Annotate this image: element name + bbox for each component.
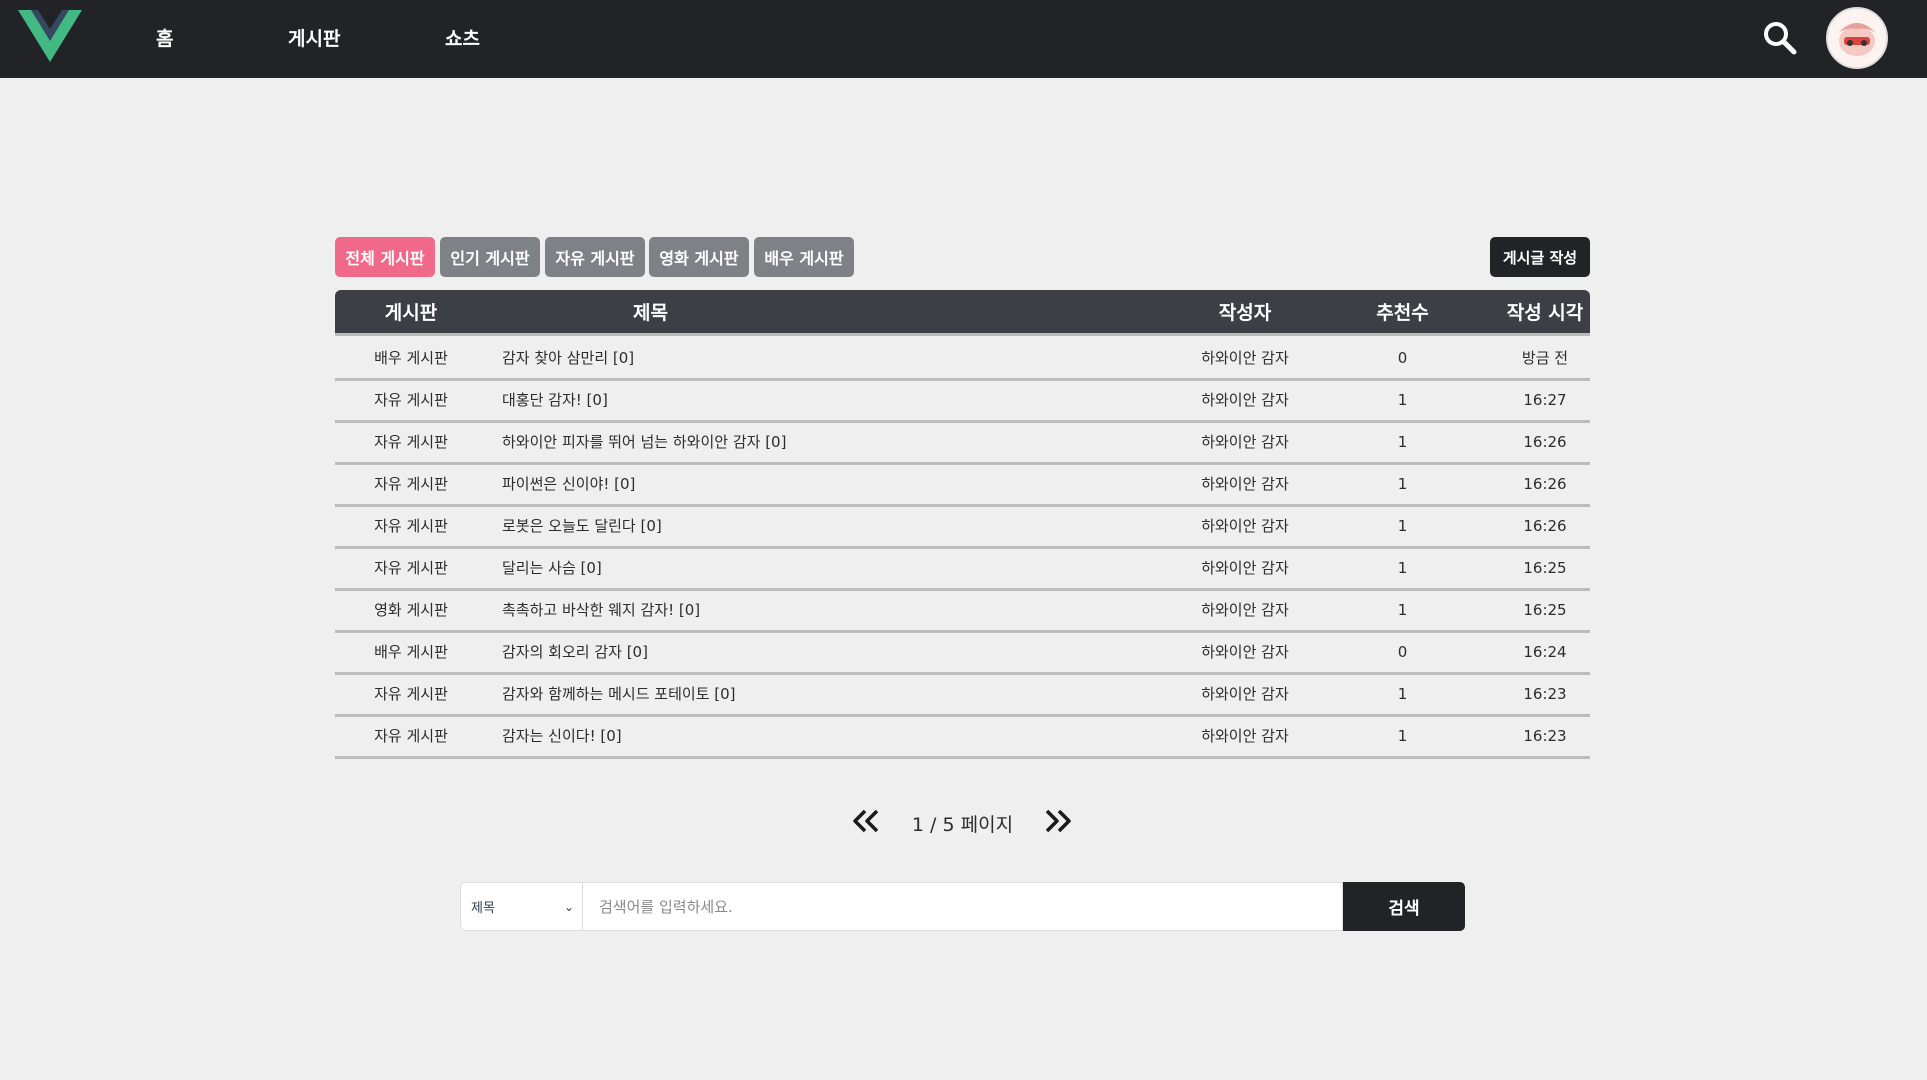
header-author: 작성자 (1218, 302, 1272, 324)
row-votes: 1 (1397, 475, 1408, 493)
row-board: 자유 게시판 (374, 727, 448, 745)
table-header: 게시판 제목 작성자 추천수 작성 시각 (335, 290, 1590, 336)
row-board: 영화 게시판 (374, 601, 448, 619)
row-title[interactable]: 감자는 신이다! [0] (502, 717, 1152, 756)
table-row[interactable]: 자유 게시판 로봇은 오늘도 달린다 [0] 하와이안 감자 1 16:26 (335, 507, 1590, 549)
row-time: 16:26 (1523, 517, 1567, 535)
tab-free-board[interactable]: 자유 게시판 (545, 237, 645, 277)
post-list: 배우 게시판 감자 찾아 삼만리 [0] 하와이안 감자 0 방금 전 자유 게… (335, 339, 1590, 759)
vue-logo[interactable] (18, 10, 82, 64)
table-row[interactable]: 자유 게시판 감자는 신이다! [0] 하와이안 감자 1 16:23 (335, 717, 1590, 759)
row-time: 16:25 (1523, 559, 1567, 577)
table-row[interactable]: 자유 게시판 파이썬은 신이야! [0] 하와이안 감자 1 16:26 (335, 465, 1590, 507)
row-title[interactable]: 감자의 회오리 감자 [0] (502, 633, 1152, 672)
row-author: 하와이안 감자 (1201, 685, 1289, 703)
nav-link-home[interactable]: 홈 (156, 24, 173, 51)
row-title[interactable]: 촉촉하고 바삭한 웨지 감자! [0] (502, 591, 1152, 630)
search-form: 제목 ⌄ 검색 (460, 882, 1465, 931)
table-row[interactable]: 자유 게시판 달리는 사슴 [0] 하와이안 감자 1 16:25 (335, 549, 1590, 591)
row-votes: 1 (1397, 685, 1408, 703)
tab-all-board[interactable]: 전체 게시판 (335, 237, 435, 277)
table-row[interactable]: 자유 게시판 대홍단 감자! [0] 하와이안 감자 1 16:27 (335, 381, 1590, 423)
row-time: 16:26 (1523, 433, 1567, 451)
row-votes: 0 (1397, 349, 1408, 367)
row-board: 자유 게시판 (374, 517, 448, 535)
chevron-down-icon: ⌄ (563, 900, 574, 914)
row-votes: 1 (1397, 559, 1408, 577)
header-title: 제목 (633, 302, 668, 324)
row-time: 16:24 (1523, 643, 1567, 661)
table-row[interactable]: 영화 게시판 촉촉하고 바삭한 웨지 감자! [0] 하와이안 감자 1 16:… (335, 591, 1590, 633)
nav-link-board[interactable]: 게시판 (288, 24, 340, 51)
header-board: 게시판 (384, 302, 438, 324)
row-author: 하와이안 감자 (1201, 433, 1289, 451)
row-time: 16:26 (1523, 475, 1567, 493)
header-time: 작성 시각 (1506, 302, 1584, 324)
search-button[interactable]: 검색 (1343, 882, 1465, 931)
top-navbar: 홈 게시판 쇼츠 (0, 0, 1927, 78)
table-row[interactable]: 자유 게시판 감자와 함께하는 메시드 포테이토 [0] 하와이안 감자 1 1… (335, 675, 1590, 717)
write-post-button[interactable]: 게시글 작성 (1490, 237, 1590, 277)
row-title[interactable]: 감자와 함께하는 메시드 포테이토 [0] (502, 675, 1152, 714)
table-row[interactable]: 배우 게시판 감자 찾아 삼만리 [0] 하와이안 감자 0 방금 전 (335, 339, 1590, 381)
search-field-select[interactable]: 제목 ⌄ (460, 882, 583, 931)
row-title[interactable]: 파이썬은 신이야! [0] (502, 465, 1152, 504)
row-title[interactable]: 달리는 사슴 [0] (502, 549, 1152, 588)
row-votes: 1 (1397, 601, 1408, 619)
row-time: 16:25 (1523, 601, 1567, 619)
search-select-value: 제목 (471, 901, 495, 916)
row-title[interactable]: 대홍단 감자! [0] (502, 381, 1152, 420)
row-time: 방금 전 (1521, 349, 1569, 367)
nav-link-shorts[interactable]: 쇼츠 (445, 24, 480, 51)
row-board: 배우 게시판 (374, 349, 448, 367)
row-time: 16:23 (1523, 685, 1567, 703)
row-votes: 1 (1397, 727, 1408, 745)
row-votes: 1 (1397, 517, 1408, 535)
row-author: 하와이안 감자 (1201, 391, 1289, 409)
row-time: 16:23 (1523, 727, 1567, 745)
row-title[interactable]: 감자 찾아 삼만리 [0] (502, 339, 1152, 378)
row-board: 자유 게시판 (374, 433, 448, 451)
pagination-status: 1 / 5 페이지 (911, 814, 1014, 836)
row-board: 배우 게시판 (374, 643, 448, 661)
row-author: 하와이안 감자 (1201, 517, 1289, 535)
search-icon[interactable] (1762, 20, 1798, 56)
row-author: 하와이안 감자 (1201, 601, 1289, 619)
row-time: 16:27 (1523, 391, 1567, 409)
row-board: 자유 게시판 (374, 559, 448, 577)
tab-popular-board[interactable]: 인기 게시판 (440, 237, 540, 277)
row-votes: 0 (1397, 643, 1408, 661)
tab-movie-board[interactable]: 영화 게시판 (649, 237, 749, 277)
double-chevron-right-icon[interactable] (1042, 805, 1074, 837)
tab-actor-board[interactable]: 배우 게시판 (754, 237, 854, 277)
row-votes: 1 (1397, 391, 1408, 409)
row-board: 자유 게시판 (374, 685, 448, 703)
row-board: 자유 게시판 (374, 391, 448, 409)
table-row[interactable]: 자유 게시판 하와이안 피자를 뛰어 넘는 하와이안 감자 [0] 하와이안 감… (335, 423, 1590, 465)
search-input[interactable] (583, 882, 1343, 931)
double-chevron-left-icon[interactable] (850, 805, 882, 837)
user-avatar[interactable] (1826, 7, 1888, 69)
row-author: 하와이안 감자 (1201, 349, 1289, 367)
row-author: 하와이안 감자 (1201, 643, 1289, 661)
row-author: 하와이안 감자 (1201, 475, 1289, 493)
table-row[interactable]: 배우 게시판 감자의 회오리 감자 [0] 하와이안 감자 0 16:24 (335, 633, 1590, 675)
row-votes: 1 (1397, 433, 1408, 451)
header-votes: 추천수 (1376, 302, 1429, 324)
row-board: 자유 게시판 (374, 475, 448, 493)
row-author: 하와이안 감자 (1201, 559, 1289, 577)
row-title[interactable]: 하와이안 피자를 뛰어 넘는 하와이안 감자 [0] (502, 423, 1152, 462)
row-title[interactable]: 로봇은 오늘도 달린다 [0] (502, 507, 1152, 546)
row-author: 하와이안 감자 (1201, 727, 1289, 745)
